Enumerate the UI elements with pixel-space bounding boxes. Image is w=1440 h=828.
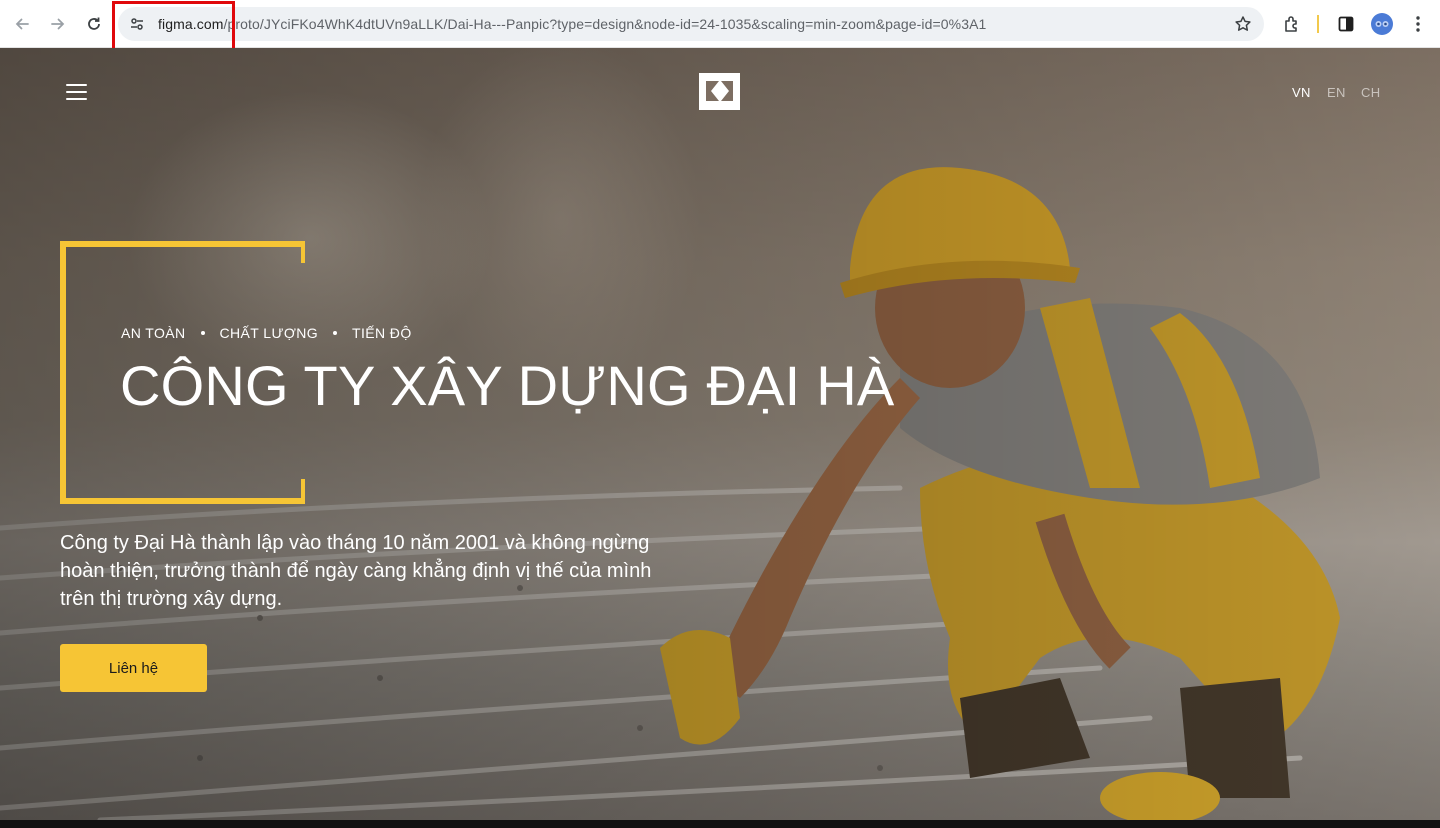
- profile-avatar[interactable]: [1371, 13, 1393, 35]
- contact-button[interactable]: Liên hệ: [60, 644, 207, 692]
- url-path: /proto/JYciFKo4WhK4dtUVn9aLLK/Dai-Ha---P…: [223, 16, 987, 32]
- address-bar[interactable]: figma.com/proto/JYciFKo4WhK4dtUVn9aLLK/D…: [118, 7, 1264, 41]
- tagline: AN TOÀN CHẤT LƯỢNG TIẾN ĐỘ: [121, 325, 412, 341]
- extensions-icon[interactable]: [1281, 13, 1303, 35]
- site-settings-icon[interactable]: [127, 14, 147, 34]
- back-arrow-icon[interactable]: [10, 12, 34, 36]
- lang-ch[interactable]: CH: [1361, 85, 1380, 100]
- tagline-quality: CHẤT LƯỢNG: [219, 325, 319, 341]
- hero-headline: CÔNG TY XÂY DỰNG ĐẠI HÀ: [120, 354, 895, 417]
- taskbar-strip: [0, 820, 1440, 828]
- toolbar-separator: [1317, 15, 1319, 33]
- browser-toolbar: figma.com/proto/JYciFKo4WhK4dtUVn9aLLK/D…: [0, 0, 1440, 57]
- reload-icon[interactable]: [82, 12, 106, 36]
- tagline-dot: [200, 331, 205, 335]
- star-icon[interactable]: [1234, 15, 1252, 33]
- lang-vn[interactable]: VN: [1292, 85, 1311, 100]
- dai-ha-logo[interactable]: [699, 73, 740, 110]
- hero-description: Công ty Đại Hà thành lập vào tháng 10 nă…: [60, 532, 652, 610]
- tagline-dot: [333, 331, 338, 335]
- hero-section: VN EN CH AN TOÀN CHẤT LƯỢNG TIẾN ĐỘ CÔNG…: [0, 48, 1440, 820]
- url-text[interactable]: figma.com/proto/JYciFKo4WhK4dtUVn9aLLK/D…: [158, 16, 986, 32]
- url-host: figma.com: [158, 16, 224, 32]
- lang-en[interactable]: EN: [1327, 85, 1346, 100]
- tagline-progress: TIẾN ĐỘ: [352, 325, 412, 341]
- hamburger-menu-icon[interactable]: [66, 84, 87, 101]
- more-vert-icon[interactable]: [1407, 13, 1429, 35]
- side-panel-icon[interactable]: [1335, 13, 1357, 35]
- forward-arrow-icon[interactable]: [46, 12, 70, 36]
- tagline-safety: AN TOÀN: [121, 325, 186, 341]
